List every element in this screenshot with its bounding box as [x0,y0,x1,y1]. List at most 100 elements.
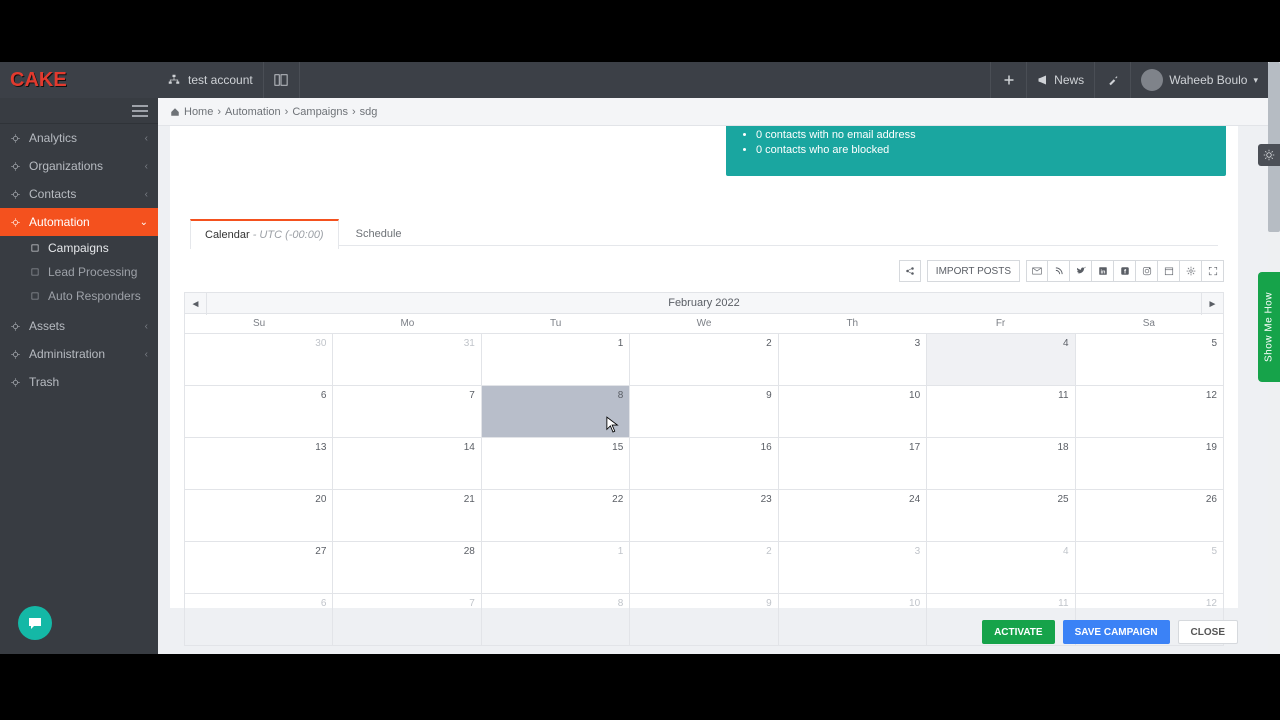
calendar-icon-button[interactable] [1158,260,1180,282]
calendar-cell[interactable]: 10 [779,594,927,646]
facebook-icon-button[interactable]: f [1114,260,1136,282]
email-icon-button[interactable] [1026,260,1048,282]
calendar-cell[interactable]: 14 [333,438,481,490]
calendar-cell[interactable]: 30 [185,334,333,386]
calendar-cell[interactable]: 6 [185,386,333,438]
calendar-cell[interactable]: 25 [927,490,1075,542]
calendar-cell[interactable]: 17 [779,438,927,490]
layout-toggle-button[interactable] [264,62,300,98]
calendar-cell[interactable]: 8 [482,594,630,646]
calendar-cell[interactable]: 3 [779,334,927,386]
tab-schedule[interactable]: Schedule [342,220,416,248]
calendar-cell[interactable]: 5 [1076,542,1224,594]
share-button[interactable] [899,260,921,282]
calendar-cell[interactable]: 31 [333,334,481,386]
import-posts-button[interactable]: IMPORT POSTS [927,260,1020,282]
logo[interactable]: CAKE [0,62,158,98]
sidebar-item-contacts[interactable]: Contacts‹ [0,180,158,208]
calendar-cell[interactable]: 21 [333,490,481,542]
calendar-day-number: 4 [1063,546,1069,557]
calendar-cell[interactable]: 1 [482,334,630,386]
news-button[interactable]: News [1026,62,1094,98]
calendar-cell[interactable]: 23 [630,490,778,542]
calendar-cell[interactable]: 7 [333,386,481,438]
show-me-how-tab[interactable]: Show Me How [1258,272,1280,382]
fullscreen-icon-button[interactable] [1202,260,1224,282]
calendar-day-number: 16 [761,442,772,453]
calendar-cell[interactable]: 19 [1076,438,1224,490]
sub-label: Campaigns [48,241,109,255]
sidebar-item-trash[interactable]: Trash [0,368,158,396]
calendar-cell[interactable]: 27 [185,542,333,594]
settings-drawer-toggle[interactable] [1258,144,1280,166]
calendar-next[interactable]: ► [1201,293,1223,315]
footer-actions: ACTIVATE SAVE CAMPAIGN CLOSE [982,620,1238,644]
calendar-cell[interactable]: 13 [185,438,333,490]
chat-launcher[interactable] [18,606,52,640]
calendar-day-number: 9 [766,598,772,609]
breadcrumb-home[interactable]: Home [184,106,213,118]
chevron-down-icon: ⌄ [140,217,148,228]
account-switcher[interactable]: test account [158,62,264,98]
twitter-icon-button[interactable] [1070,260,1092,282]
calendar-cell[interactable]: 9 [630,386,778,438]
contact-summary-notice: 0 contacts with no email address0 contac… [726,126,1226,176]
settings-icon-button[interactable] [1180,260,1202,282]
linkedin-icon-button[interactable]: in [1092,260,1114,282]
nav-label: Assets [29,319,65,333]
activate-button[interactable]: ACTIVATE [982,620,1055,644]
sidebar-item-automation[interactable]: Automation⌄ [0,208,158,236]
close-button[interactable]: CLOSE [1178,620,1238,644]
calendar-cell[interactable]: 5 [1076,334,1224,386]
sidebar-sub-campaigns[interactable]: Campaigns [0,236,158,260]
sidebar-collapse[interactable] [0,98,158,124]
calendar-cell[interactable]: 16 [630,438,778,490]
calendar-day-number: 28 [464,546,475,557]
calendar-cell[interactable]: 22 [482,490,630,542]
sidebar-sub-lead-processing[interactable]: Lead Processing [0,260,158,284]
calendar-day-number: 31 [464,338,475,349]
user-menu[interactable]: Waheeb Boulo ▾ [1130,62,1268,98]
calendar-cell[interactable]: 9 [630,594,778,646]
save-campaign-button[interactable]: SAVE CAMPAIGN [1063,620,1170,644]
calendar-cell[interactable]: 4 [927,542,1075,594]
calendar-cell[interactable]: 1 [482,542,630,594]
tools-button[interactable] [1094,62,1130,98]
tab-calendar[interactable]: Calendar - UTC (-00:00) [190,219,339,249]
calendar-cell[interactable]: 3 [779,542,927,594]
nav-icon [10,189,21,200]
chevron-left-icon: ‹ [145,321,148,332]
calendar-cell[interactable]: 26 [1076,490,1224,542]
calendar-day-number: 2 [766,546,772,557]
calendar-day-number: 4 [1063,338,1069,349]
breadcrumb-campaigns[interactable]: Campaigns [292,106,348,118]
breadcrumb-automation[interactable]: Automation [225,106,281,118]
calendar-day-number: 3 [915,546,921,557]
calendar-prev[interactable]: ◄ [185,293,207,315]
calendar-cell[interactable]: 10 [779,386,927,438]
calendar-cell[interactable]: 28 [333,542,481,594]
calendar-cell[interactable]: 7 [333,594,481,646]
sidebar-item-analytics[interactable]: Analytics‹ [0,124,158,152]
calendar-cell[interactable]: 20 [185,490,333,542]
calendar-cell[interactable]: 4 [927,334,1075,386]
instagram-icon-button[interactable] [1136,260,1158,282]
calendar-cell[interactable]: 2 [630,542,778,594]
feed-icon-button[interactable] [1048,260,1070,282]
sidebar-item-organizations[interactable]: Organizations‹ [0,152,158,180]
calendar-cell[interactable]: 2 [630,334,778,386]
user-name: Waheeb Boulo [1169,73,1247,87]
calendar-cell[interactable]: 15 [482,438,630,490]
calendar-cell[interactable]: 24 [779,490,927,542]
calendar-cell[interactable]: 11 [927,386,1075,438]
calendar-day-number: 21 [464,494,475,505]
sidebar-item-assets[interactable]: Assets ‹ [0,312,158,340]
calendar-cell[interactable]: 12 [1076,386,1224,438]
sub-icon [30,243,40,253]
sidebar-item-administration[interactable]: Administration‹ [0,340,158,368]
calendar-cell[interactable]: 6 [185,594,333,646]
calendar-cell[interactable]: 8 [482,386,630,438]
calendar-cell[interactable]: 18 [927,438,1075,490]
add-button[interactable] [990,62,1026,98]
sidebar-sub-auto-responders[interactable]: Auto Responders [0,284,158,308]
